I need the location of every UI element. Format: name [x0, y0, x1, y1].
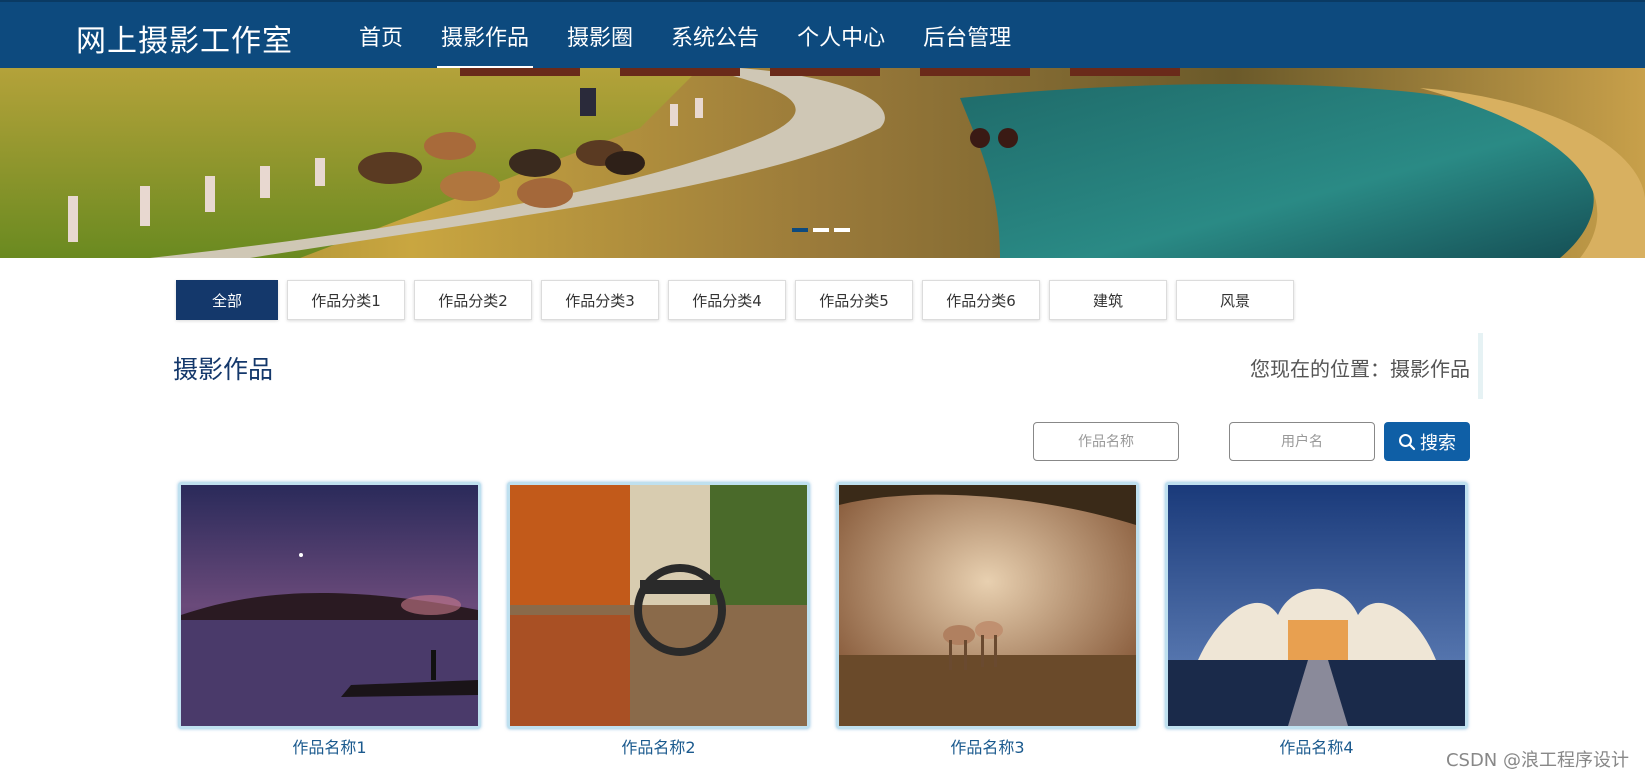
- main-nav: 首页 摄影作品 摄影圈 系统公告 个人中心 后台管理: [340, 2, 1030, 70]
- work-image-architecture: [1168, 485, 1465, 726]
- category-landscape[interactable]: 风景: [1176, 280, 1294, 320]
- site-brand[interactable]: 网上摄影工作室: [76, 16, 293, 60]
- work-name-search-input[interactable]: [1033, 422, 1179, 461]
- nav-admin[interactable]: 后台管理: [904, 2, 1030, 70]
- search-button[interactable]: 搜索: [1384, 422, 1470, 461]
- work-image-deer: [839, 485, 1136, 726]
- nav-profile[interactable]: 个人中心: [778, 2, 904, 70]
- nav-works[interactable]: 摄影作品: [422, 2, 548, 70]
- work-image-night-lake: [181, 485, 478, 726]
- carousel-dot[interactable]: [834, 228, 850, 232]
- carousel-dot[interactable]: [813, 228, 829, 232]
- work-thumbnail[interactable]: [1165, 482, 1468, 729]
- work-name[interactable]: 作品名称2: [507, 734, 810, 758]
- work-name[interactable]: 作品名称3: [836, 734, 1139, 758]
- nav-home[interactable]: 首页: [340, 2, 422, 70]
- work-card[interactable]: 作品名称3: [836, 482, 1139, 758]
- work-image-bridge-autumn: [510, 485, 807, 726]
- location-divider: [1478, 333, 1483, 399]
- category-6[interactable]: 作品分类6: [922, 280, 1040, 320]
- category-4[interactable]: 作品分类4: [668, 280, 786, 320]
- category-2[interactable]: 作品分类2: [414, 280, 532, 320]
- work-name[interactable]: 作品名称4: [1165, 734, 1468, 758]
- nav-label: 系统公告: [671, 26, 760, 51]
- top-navbar: 网上摄影工作室 首页 摄影作品 摄影圈 系统公告 个人中心 后台管理: [0, 0, 1645, 70]
- nav-label: 后台管理: [923, 26, 1012, 51]
- breadcrumb: 您现在的位置：摄影作品: [1250, 357, 1470, 381]
- carousel-dot[interactable]: [792, 228, 808, 232]
- search-button-label: 搜索: [1420, 432, 1456, 453]
- nav-label: 个人中心: [797, 26, 886, 51]
- works-grid: 作品名称1 作品名称2 作品名称3 作品名称4: [178, 482, 1468, 758]
- category-all[interactable]: 全部: [176, 280, 278, 320]
- category-1[interactable]: 作品分类1: [287, 280, 405, 320]
- category-tabs: 全部 作品分类1 作品分类2 作品分类3 作品分类4 作品分类5 作品分类6 建…: [176, 280, 1294, 320]
- watermark: CSDN @浪工程序设计: [1445, 750, 1629, 771]
- username-search-input[interactable]: [1229, 422, 1375, 461]
- page-title: 摄影作品: [173, 355, 274, 384]
- work-name[interactable]: 作品名称1: [178, 734, 481, 758]
- work-card[interactable]: 作品名称4: [1165, 482, 1468, 758]
- nav-label: 摄影作品: [441, 26, 530, 51]
- banner-carousel[interactable]: [0, 68, 1645, 258]
- category-3[interactable]: 作品分类3: [541, 280, 659, 320]
- nav-label: 首页: [359, 26, 404, 51]
- category-architecture[interactable]: 建筑: [1049, 280, 1167, 320]
- search-icon: [1399, 433, 1416, 450]
- work-card[interactable]: 作品名称1: [178, 482, 481, 758]
- nav-label: 摄影圈: [567, 26, 634, 51]
- work-thumbnail[interactable]: [836, 482, 1139, 729]
- category-5[interactable]: 作品分类5: [795, 280, 913, 320]
- work-card[interactable]: 作品名称2: [507, 482, 810, 758]
- nav-circle[interactable]: 摄影圈: [548, 2, 652, 70]
- nav-announcements[interactable]: 系统公告: [652, 2, 778, 70]
- carousel-indicators: [792, 228, 850, 232]
- work-thumbnail[interactable]: [507, 482, 810, 729]
- work-thumbnail[interactable]: [178, 482, 481, 729]
